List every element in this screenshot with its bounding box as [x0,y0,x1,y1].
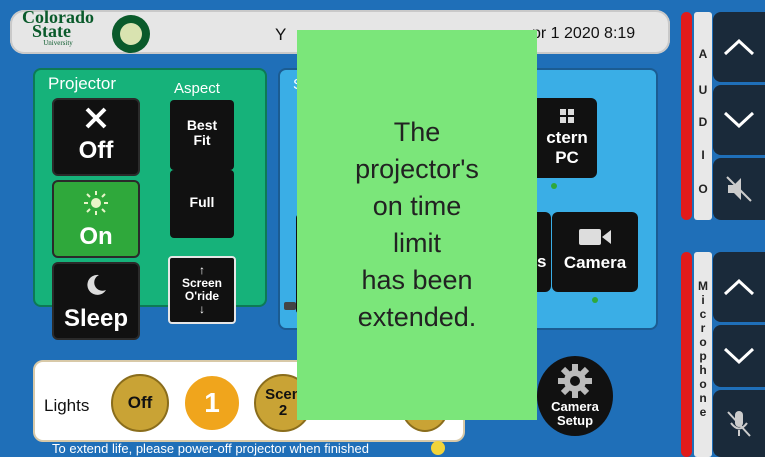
source-indicator [284,302,296,310]
audio-letter: D [698,115,708,129]
university-logo: Colorado State University [22,8,94,47]
video-camera-icon [579,229,611,245]
mic-letter: M [698,279,708,293]
chevron-up-icon [723,278,755,296]
full-label: Full [189,194,215,210]
scene-2-line1: Scen [265,386,301,403]
lectern-pc-status-dot [551,183,557,189]
audio-mute-button[interactable] [713,158,765,220]
audio-letter: I [701,148,705,162]
mic-letter: o [699,335,707,349]
room-name: Y [275,25,287,44]
windows-icon [560,109,574,123]
projector-title: Projector [48,74,117,93]
lights-preset-1-button[interactable]: 1 [182,373,242,433]
close-icon [85,107,107,129]
notification-dialog: The projector's on time limit has been e… [297,30,537,420]
arrow-down-icon: ↓ [199,302,205,316]
microphone-label-strip: M i c r o p h o n e [694,252,712,457]
lectern-pc-line1: ctern [546,128,588,147]
screen-override-line1: Screen [181,276,223,290]
footer-note: To extend life, please power-off project… [52,441,370,456]
mic-letter: h [699,363,707,377]
lights-title: Lights [44,396,90,415]
arrow-up-icon: ↑ [199,263,205,277]
ram-logo-inner [120,23,142,45]
mic-letter: e [699,405,707,419]
camera-label: Camera [563,253,627,272]
lights-off-button[interactable]: Off [111,374,169,432]
microphone-volume-down-button[interactable] [713,325,765,387]
mic-letter: i [701,293,705,307]
screen-override-line2: O'ride [184,289,220,303]
lectern-pc-line2: PC [555,148,579,167]
chevron-up-icon [723,38,755,56]
moon-icon [87,274,106,295]
speaker-muted-icon [726,176,752,202]
aspect-full-button[interactable]: Full [170,170,234,238]
chevron-down-icon [723,347,755,365]
projector-off-label: Off [78,137,114,164]
lectern-pc-button[interactable]: ctern PC [537,98,597,178]
microphone-volume-up-button[interactable] [713,252,765,322]
projector-sleep-button[interactable]: Sleep [52,262,140,340]
date-time: pr 1 2020 8:19 [532,25,636,42]
projector-on-button[interactable]: On [52,180,140,258]
scene-2-line2: 2 [278,402,288,419]
aspect-best-fit-button[interactable]: Best Fit [170,100,234,170]
chevron-down-icon [723,111,755,129]
camera-source-button[interactable]: Camera [552,212,638,292]
audio-label-strip: A U D I O [694,12,712,220]
camera-setup-line2: Setup [556,413,594,428]
audio-volume-up-button[interactable] [713,12,765,82]
audio-letter: A [698,47,708,61]
mic-letter: c [699,307,707,321]
dialog-message: The projector's on time limit has been e… [355,117,479,332]
mic-letter: o [699,377,707,391]
logo-line-2: State [32,21,71,41]
camera-setup-line1: Camera [551,399,599,414]
screen-override-button[interactable]: ↑ Screen O'ride ↓ [168,256,236,324]
mic-letter: p [699,349,707,363]
microphone-mute-button[interactable] [713,390,765,457]
projector-sleep-label: Sleep [63,305,129,332]
lights-off-label: Off [127,393,153,412]
smiley-icon [431,441,445,455]
audio-volume-down-button[interactable] [713,85,765,155]
gear-icon [558,364,592,398]
microphone-level-bar [681,252,692,457]
audio-letter: U [698,83,708,97]
audio-letter: O [698,182,708,196]
source-button-s[interactable]: s [537,212,551,292]
projector-on-label: On [79,223,113,250]
mic-letter: n [699,391,707,405]
lights-preset-1-label: 1 [204,387,220,418]
projector-off-button[interactable]: Off [52,98,140,176]
camera-status-dot [592,297,598,303]
best-fit-line1: Best [186,117,218,133]
audio-level-bar [681,12,692,220]
aspect-title: Aspect [174,80,220,97]
best-fit-line2: Fit [193,132,211,148]
mic-muted-icon [727,410,751,437]
mic-letter: r [700,321,706,335]
sun-icon [84,191,108,215]
source-partial-label: s [537,252,547,271]
